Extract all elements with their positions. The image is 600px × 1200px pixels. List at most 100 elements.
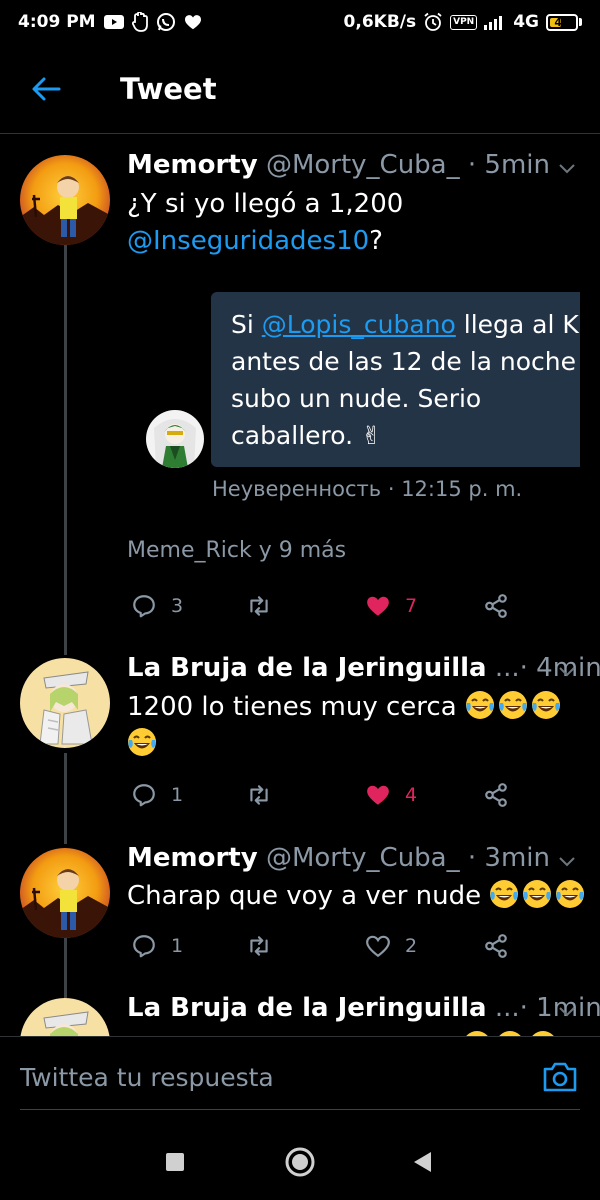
chevron-down-icon — [555, 156, 579, 180]
author-name[interactable]: Memorty — [127, 150, 258, 180]
tweet-time: · 3min — [467, 843, 550, 873]
retweet-icon — [245, 933, 273, 959]
triangle-back-icon — [414, 1152, 431, 1172]
mention-link[interactable]: @Inseguridades10 — [127, 226, 369, 256]
reply-button[interactable]: 1 — [131, 928, 183, 964]
author-handle[interactable]: ... — [495, 993, 520, 1023]
quoted-meta: Неуверенность · 12:15 p. m. — [212, 477, 522, 501]
tweet-actions: 1 4 — [127, 777, 527, 813]
like-button[interactable]: 4 — [365, 777, 417, 813]
avatar[interactable] — [20, 998, 110, 1036]
like-count: 7 — [405, 595, 418, 617]
tweet-actions: 3 7 — [127, 588, 527, 624]
quoted-text-pre: Si — [231, 310, 262, 339]
author-handle[interactable]: @Morty_Cuba_ — [266, 843, 460, 873]
more-options-button[interactable] — [555, 156, 579, 180]
retweet-button[interactable] — [245, 588, 273, 624]
author-name[interactable]: Memorty — [127, 843, 258, 873]
more-options-button[interactable] — [555, 849, 579, 873]
status-time: 4:09 PM — [18, 12, 96, 32]
retweet-icon — [245, 593, 273, 619]
more-options-button[interactable] — [555, 999, 579, 1023]
quoted-mention: @Lopis_cubano — [261, 310, 456, 339]
hand-notification-icon — [131, 12, 148, 32]
avatar[interactable] — [20, 658, 110, 748]
share-icon — [483, 593, 509, 619]
tweet-header: La Bruja de la Jeringuilla ... · 1min — [127, 993, 600, 1023]
laughing-emoji-icon — [555, 879, 585, 909]
whatsapp-notification-icon — [156, 12, 176, 32]
retweet-icon — [245, 782, 273, 808]
avatar[interactable] — [20, 155, 110, 245]
author-name[interactable]: La Bruja de la Jeringuilla — [127, 993, 487, 1023]
tweet[interactable]: La Bruja de la Jeringuilla ... · 1min — [0, 990, 600, 1036]
square-icon — [166, 1153, 184, 1171]
share-icon — [483, 782, 509, 808]
more-options-button[interactable] — [555, 659, 579, 683]
liked-by-text[interactable]: Meme_Rick y 9 más — [127, 538, 346, 563]
quoted-text-line: caballero. ✌ — [231, 421, 382, 450]
reply-button[interactable]: 3 — [131, 588, 183, 624]
reply-icon — [131, 933, 157, 959]
reply-icon — [131, 782, 157, 808]
quoted-text-rest: llega al K — [455, 310, 579, 339]
reply-count: 3 — [171, 595, 184, 617]
share-icon — [483, 933, 509, 959]
tweet-text: Charap que voy a ver nude — [127, 878, 588, 915]
camera-button[interactable] — [540, 1059, 580, 1095]
chevron-down-icon — [555, 999, 579, 1023]
tweet-text: ¿Y si yo llegó a 1,200 @Inseguridades10? — [127, 186, 403, 260]
tweet-text-body: 1200 lo tienes muy cerca — [127, 692, 457, 722]
heart-icon — [365, 782, 391, 808]
recents-button[interactable] — [155, 1142, 195, 1182]
like-count: 4 — [405, 784, 418, 806]
laughing-emoji-icon — [127, 727, 157, 757]
like-button[interactable]: 2 — [365, 928, 417, 964]
quoted-tweet-image[interactable]: Si @Lopis_cubano llega al K antes de las… — [211, 292, 580, 467]
page-title: Tweet — [120, 71, 217, 106]
thread-line — [64, 753, 67, 844]
author-handle[interactable]: @Morty_Cuba_ — [266, 150, 460, 180]
tweet-actions: 1 2 — [127, 928, 527, 964]
reply-button[interactable]: 1 — [131, 777, 183, 813]
laughing-emoji-icon — [498, 690, 528, 720]
quoted-time: · 12:15 p. m. — [387, 477, 523, 501]
retweet-button[interactable] — [245, 928, 273, 964]
share-button[interactable] — [483, 588, 509, 624]
system-nav-bar — [0, 1112, 600, 1200]
heart-icon — [365, 593, 391, 619]
heart-notification-icon — [184, 12, 202, 32]
circle-icon — [285, 1147, 315, 1177]
tweet-header: Memorty @Morty_Cuba_ · 5min — [127, 150, 550, 180]
battery-icon: 44 — [546, 13, 582, 31]
share-button[interactable] — [483, 777, 509, 813]
laughing-emoji-icon — [465, 690, 495, 720]
retweet-button[interactable] — [245, 777, 273, 813]
thread-line — [64, 245, 67, 655]
network-speed: 0,6KB/s — [343, 12, 417, 32]
camera-icon — [543, 1062, 577, 1092]
share-button[interactable] — [483, 928, 509, 964]
like-button[interactable]: 7 — [365, 588, 417, 624]
home-button[interactable] — [280, 1142, 320, 1182]
tweet-text-line: ¿Y si yo llegó a 1,200 — [127, 189, 404, 219]
author-handle[interactable]: ... — [495, 653, 520, 683]
tweet-text-end: ? — [369, 226, 383, 256]
tweet-text: 1200 lo tienes muy cerca — [127, 689, 567, 763]
laughing-emoji-icon — [522, 879, 552, 909]
video-notification-icon — [103, 12, 124, 32]
quoted-text: Si @Lopis_cubano llega al K antes de las… — [231, 306, 579, 454]
back-button[interactable] — [16, 59, 76, 119]
divider — [20, 1109, 580, 1110]
chevron-down-icon — [555, 849, 579, 873]
reply-count: 1 — [171, 935, 184, 957]
network-type: 4G — [513, 12, 539, 32]
back-nav-button[interactable] — [402, 1142, 442, 1182]
reply-count: 1 — [171, 784, 184, 806]
laughing-emoji-icon — [489, 879, 519, 909]
avatar[interactable] — [20, 848, 110, 938]
reply-input[interactable] — [20, 1057, 480, 1097]
quoted-author: Неуверенность — [212, 477, 382, 501]
laughing-emoji-icon — [531, 690, 561, 720]
author-name[interactable]: La Bruja de la Jeringuilla — [127, 653, 487, 683]
